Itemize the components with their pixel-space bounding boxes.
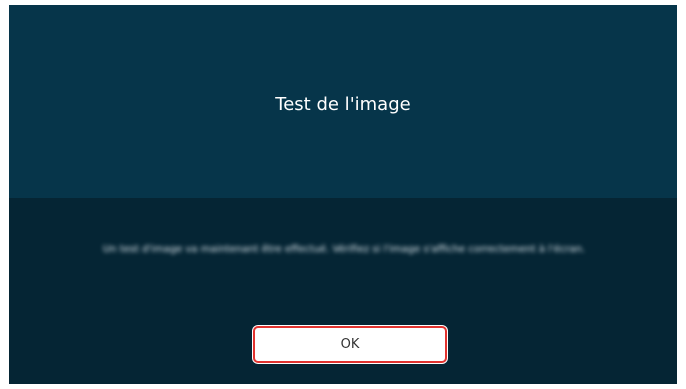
tv-screen: Test de l'image Un test d'image va maint…: [9, 5, 677, 384]
dialog-message: Un test d'image va maintenant être effec…: [102, 244, 586, 255]
ok-button[interactable]: OK: [253, 326, 447, 363]
dialog-title: Test de l'image: [275, 94, 411, 115]
dialog-header: Test de l'image: [9, 5, 677, 198]
